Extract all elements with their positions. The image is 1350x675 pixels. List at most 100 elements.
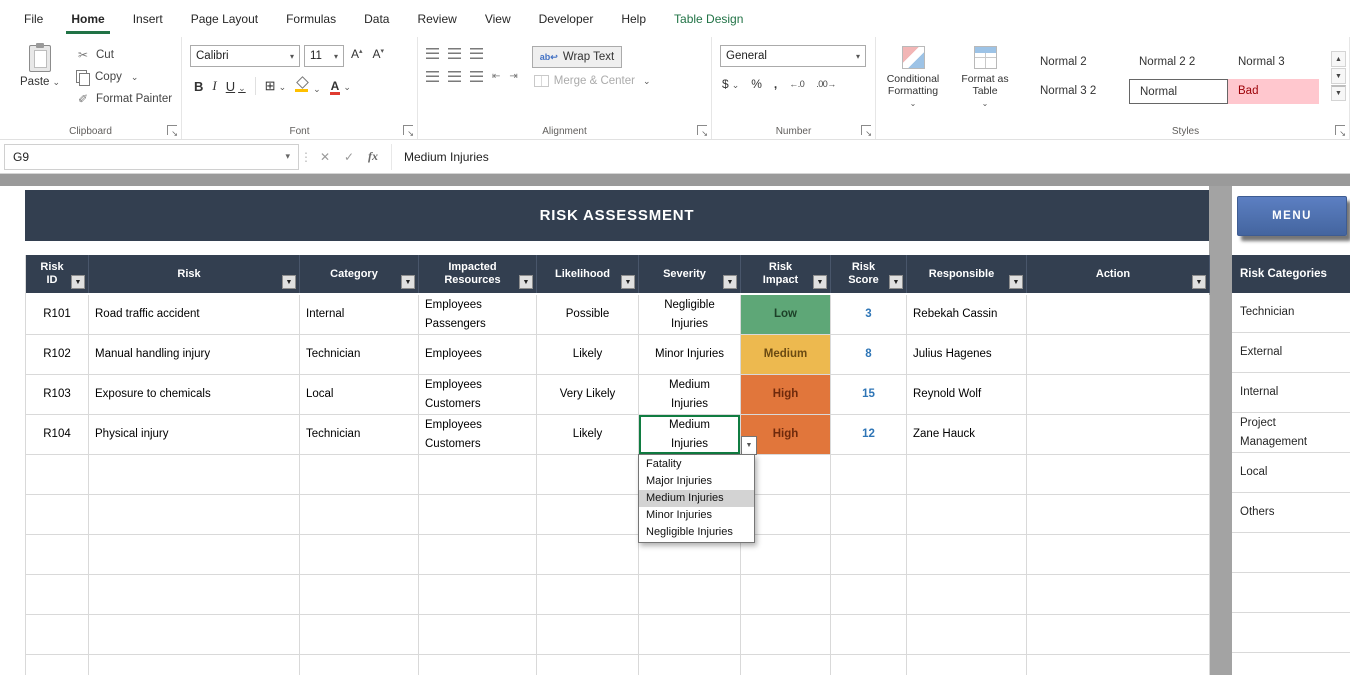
align-left-icon[interactable] <box>426 71 439 82</box>
empty-cell[interactable] <box>1232 613 1350 653</box>
risk-categories-header[interactable]: Risk Categories <box>1232 255 1350 293</box>
align-bottom-icon[interactable] <box>470 48 483 59</box>
table-cell[interactable]: Technician <box>300 335 419 375</box>
table-cell[interactable]: Employees Customers <box>419 375 537 415</box>
empty-cell[interactable] <box>639 575 741 615</box>
insert-function-icon[interactable]: fx <box>361 149 385 164</box>
empty-cell[interactable] <box>1027 455 1210 495</box>
table-cell[interactable]: Employees <box>419 335 537 375</box>
risk-score-cell[interactable]: 8 <box>831 335 907 375</box>
empty-cell[interactable] <box>26 615 89 655</box>
name-box[interactable]: G9 <box>4 143 299 170</box>
empty-cell[interactable] <box>26 655 89 675</box>
empty-cell[interactable] <box>537 615 639 655</box>
table-cell[interactable]: Rebekah Cassin <box>907 295 1027 335</box>
empty-cell[interactable] <box>300 615 419 655</box>
align-middle-icon[interactable] <box>448 48 461 59</box>
align-top-icon[interactable] <box>426 48 439 59</box>
clipboard-dialog-launcher-icon[interactable] <box>167 125 178 138</box>
alignment-dialog-launcher-icon[interactable] <box>697 125 708 138</box>
align-center-icon[interactable] <box>448 71 461 82</box>
table-cell[interactable]: Internal <box>300 295 419 335</box>
filter-icon[interactable] <box>519 275 533 289</box>
empty-cell[interactable] <box>907 575 1027 615</box>
empty-cell[interactable] <box>300 655 419 675</box>
empty-cell[interactable] <box>831 615 907 655</box>
font-color-button[interactable]: A <box>329 78 351 95</box>
formula-input[interactable]: Medium Injuries <box>391 143 1350 170</box>
empty-cell[interactable] <box>907 655 1027 675</box>
empty-cell[interactable] <box>639 615 741 655</box>
grow-font-button[interactable]: A▴ <box>348 45 366 67</box>
tab-file[interactable]: File <box>22 9 45 29</box>
filter-icon[interactable] <box>282 275 296 289</box>
dropdown-option[interactable]: Fatality <box>639 456 754 473</box>
table-cell[interactable] <box>1027 415 1210 455</box>
wrap-text-button[interactable]: ab↩ Wrap Text <box>531 46 623 68</box>
table-cell[interactable]: Likely <box>537 415 639 455</box>
cancel-icon[interactable]: ✕ <box>313 150 337 164</box>
empty-cell[interactable] <box>1232 573 1350 613</box>
risk-category-cell[interactable]: Technician <box>1232 293 1350 333</box>
number-dialog-launcher-icon[interactable] <box>861 125 872 138</box>
empty-cell[interactable] <box>537 655 639 675</box>
filter-icon[interactable] <box>621 275 635 289</box>
style-normal-2-2[interactable]: Normal 2 2 <box>1129 50 1228 75</box>
risk-score-cell[interactable]: 12 <box>831 415 907 455</box>
empty-cell[interactable] <box>89 535 300 575</box>
style-normal[interactable]: Normal <box>1129 79 1228 104</box>
dropdown-option[interactable]: Medium Injuries <box>639 490 754 507</box>
filter-icon[interactable] <box>813 275 827 289</box>
merge-center-button[interactable]: Merge & Center <box>532 75 651 87</box>
table-cell[interactable]: Reynold Wolf <box>907 375 1027 415</box>
table-cell[interactable]: Julius Hagenes <box>907 335 1027 375</box>
table-cell[interactable] <box>1027 335 1210 375</box>
tab-home[interactable]: Home <box>66 9 111 34</box>
table-cell[interactable] <box>1027 295 1210 335</box>
table-cell[interactable]: R104 <box>26 415 89 455</box>
table-cell[interactable]: R103 <box>26 375 89 415</box>
table-cell[interactable]: Road traffic accident <box>89 295 300 335</box>
empty-cell[interactable] <box>1232 533 1350 573</box>
tab-formulas[interactable]: Formulas <box>284 9 338 29</box>
empty-cell[interactable] <box>419 535 537 575</box>
empty-cell[interactable] <box>907 535 1027 575</box>
font-size-select[interactable]: 11 <box>304 45 344 67</box>
header-action[interactable]: Action <box>1027 255 1210 293</box>
empty-cell[interactable] <box>831 495 907 535</box>
style-normal-3[interactable]: Normal 3 <box>1228 50 1327 75</box>
table-cell[interactable]: Employees Customers <box>419 415 537 455</box>
style-normal-3-2[interactable]: Normal 3 2 <box>1030 79 1129 104</box>
tab-table-design[interactable]: Table Design <box>672 9 745 29</box>
risk-category-cell[interactable]: Internal <box>1232 373 1350 413</box>
table-cell[interactable]: Negligible Injuries <box>639 295 741 335</box>
table-cell[interactable]: Medium Injuries <box>639 375 741 415</box>
header-responsible[interactable]: Responsible <box>907 255 1027 293</box>
risk-impact-cell[interactable]: Low <box>741 295 831 335</box>
risk-category-cell[interactable]: External <box>1232 333 1350 373</box>
risk-category-cell[interactable]: Local <box>1232 453 1350 493</box>
table-cell[interactable]: Likely <box>537 335 639 375</box>
table-cell[interactable]: Exposure to chemicals <box>89 375 300 415</box>
cut-button[interactable]: ✂ Cut <box>76 47 172 63</box>
fill-color-button[interactable] <box>295 77 321 95</box>
table-cell[interactable]: Possible <box>537 295 639 335</box>
empty-cell[interactable] <box>537 575 639 615</box>
empty-cell[interactable] <box>831 575 907 615</box>
filter-icon[interactable] <box>1192 275 1206 289</box>
empty-cell[interactable] <box>907 495 1027 535</box>
dropdown-option[interactable]: Minor Injuries <box>639 507 754 524</box>
empty-cell[interactable] <box>537 455 639 495</box>
table-cell[interactable]: R102 <box>26 335 89 375</box>
menu-button[interactable]: MENU <box>1237 196 1347 236</box>
gallery-more-icon[interactable]: ▼ <box>1331 85 1346 101</box>
empty-cell[interactable] <box>89 455 300 495</box>
empty-cell[interactable] <box>831 535 907 575</box>
empty-cell[interactable] <box>419 495 537 535</box>
empty-cell[interactable] <box>26 535 89 575</box>
empty-cell[interactable] <box>1027 535 1210 575</box>
increase-indent-icon[interactable]: ⇥ <box>509 71 517 82</box>
empty-cell[interactable] <box>26 495 89 535</box>
tab-review[interactable]: Review <box>415 9 458 29</box>
empty-cell[interactable] <box>26 455 89 495</box>
